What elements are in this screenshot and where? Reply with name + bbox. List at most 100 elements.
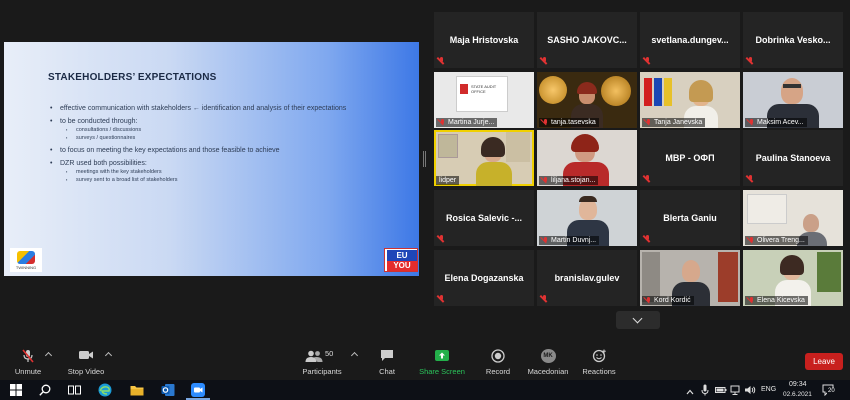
volume-icon[interactable] (744, 383, 756, 397)
participant-tile[interactable]: svetlana.dungev... (640, 12, 740, 68)
participants-button[interactable]: 50 Participants (300, 349, 344, 379)
participant-tile[interactable]: Maksim Acev... (743, 72, 843, 128)
eu-with-you-logo: EU YOU (384, 248, 418, 272)
muted-microphone-icon (10, 349, 46, 363)
muted-mic-icon (644, 57, 651, 65)
network-icon[interactable] (730, 383, 742, 397)
participant-tile[interactable]: tanja.tasevska (537, 72, 637, 128)
participant-label: Martin Duvnj... (539, 236, 600, 245)
shared-screen-slide: STAKEHOLDERS’ EXPECTATIONS effective com… (4, 42, 419, 276)
split-view-resize-handle[interactable] (423, 151, 426, 167)
windows-taskbar: ENG 09:34 02.6.2021 20 (0, 380, 850, 400)
record-button[interactable]: Record (482, 349, 514, 379)
share-screen-label: Share Screen (419, 367, 465, 376)
language-globe-icon: MK (526, 349, 570, 363)
participant-name: svetlana.dungev... (651, 35, 729, 45)
participant-label: Elena Kicevska (745, 296, 808, 305)
chevron-down-icon (632, 313, 643, 324)
participant-name: Maja Hristovska (449, 35, 519, 45)
edge-browser-icon[interactable] (98, 383, 112, 397)
participant-tile[interactable]: Blerta Ganiu (640, 190, 740, 246)
tray-microphone-icon[interactable] (701, 383, 709, 397)
gallery-next-page-button[interactable] (616, 311, 660, 329)
participant-tile[interactable]: branislav.gulev (537, 250, 637, 306)
muted-mic-icon (748, 237, 754, 244)
video-camera-icon (64, 349, 108, 363)
participant-tile[interactable]: Olivera Treng... (743, 190, 843, 246)
unmute-label: Unmute (14, 367, 42, 376)
tray-chevron-up-icon[interactable] (686, 385, 694, 399)
slide-sub-bullet: surveys / questionnaires (60, 134, 380, 142)
participant-name: Paulina Stanoeva (755, 153, 831, 163)
muted-mic-icon (747, 57, 754, 65)
participant-tile[interactable]: Tanja Janevska (640, 72, 740, 128)
clock-date[interactable]: 02.6.2021 (783, 391, 812, 398)
participant-label: Maksim Acev... (745, 118, 807, 127)
muted-mic-icon (645, 297, 651, 304)
chat-button[interactable]: Chat (372, 349, 402, 379)
slide-bullet: to focus on meeting the key expectations… (50, 146, 380, 155)
leave-meeting-button[interactable]: Leave (805, 353, 843, 370)
muted-mic-icon (542, 119, 548, 126)
participant-label: Kord Kordić (642, 296, 694, 305)
share-screen-button[interactable]: Share Screen (418, 349, 466, 379)
participant-name: Elena Dogazanska (444, 273, 524, 283)
participant-tile[interactable]: Elena Dogazanska (434, 250, 534, 306)
participant-label: tanja.tasevska (539, 118, 599, 127)
meeting-controls-toolbar: Unmute Stop Video 50 Participants Chat S… (0, 343, 850, 380)
notification-center-button[interactable]: 20 (822, 383, 836, 397)
slide-sub-bullet: meetings with the key stakeholders (60, 168, 380, 176)
windows-start-icon[interactable] (10, 383, 22, 397)
unmute-button[interactable]: Unmute (10, 349, 46, 379)
slide-bullet: effective communication with stakeholder… (50, 104, 380, 113)
participant-tile[interactable]: Dobrinka Vesko... (743, 12, 843, 68)
audio-options-caret-icon[interactable] (44, 351, 53, 360)
stop-video-button[interactable]: Stop Video (64, 349, 108, 379)
participant-name: МВР - ОФП (665, 153, 715, 163)
participant-tile[interactable]: МВР - ОФП (640, 130, 740, 186)
keyboard-language[interactable]: ENG (761, 386, 776, 393)
reactions-button[interactable]: Reactions (582, 349, 616, 379)
participant-tile[interactable]: Elena Kicevska (743, 250, 843, 306)
chat-bubble-icon (372, 349, 402, 363)
twinning-logo: TWINNING (10, 248, 42, 272)
participant-tile[interactable]: Kord Kordić (640, 250, 740, 306)
muted-mic-icon (438, 235, 445, 243)
participant-tile[interactable]: Paulina Stanoeva (743, 130, 843, 186)
stop-video-label: Stop Video (67, 367, 105, 376)
notification-count: 20 (827, 388, 836, 394)
participant-tile[interactable]: SASHO JAKOVC... (537, 12, 637, 68)
participants-label: Participants (302, 367, 342, 376)
slide-bullet-text: to be conducted through: (60, 118, 138, 125)
participants-options-caret-icon[interactable] (350, 351, 359, 360)
muted-mic-icon (542, 177, 548, 184)
participant-tile[interactable]: Martin Duvnj... (537, 190, 637, 246)
slide-sub-bullet: consultations / discussions (60, 126, 380, 134)
participant-name: branislav.gulev (554, 273, 620, 283)
language-interpretation-button[interactable]: MK Macedonian (526, 349, 570, 379)
slide-bullet: DZR used both possibilities: meetings wi… (50, 159, 380, 184)
file-explorer-icon[interactable] (130, 383, 144, 397)
participant-tile-active-speaker[interactable]: lidper (434, 130, 534, 186)
participant-name: SASHO JAKOVC... (547, 35, 627, 45)
battery-icon[interactable] (715, 383, 727, 397)
outlook-icon[interactable] (161, 383, 175, 397)
participant-tile[interactable]: Maja Hristovska (434, 12, 534, 68)
slide-sub-bullet: survey sent to a broad list of stakehold… (60, 176, 380, 184)
participant-tile[interactable]: STATE AUDIT OFFICE Martina Jurje... (434, 72, 534, 128)
zoom-app-icon[interactable] (191, 383, 205, 397)
zoom-meeting-window: STAKEHOLDERS’ EXPECTATIONS effective com… (0, 0, 850, 400)
muted-mic-icon (438, 57, 445, 65)
muted-mic-icon (439, 119, 445, 126)
task-view-icon[interactable] (68, 383, 81, 397)
participant-name: Rosica Salevic -... (445, 213, 523, 223)
participant-tile[interactable]: liljana.stojan... (537, 130, 637, 186)
participant-label: Olivera Treng... (745, 236, 808, 245)
participant-label: Tanja Janevska (642, 118, 706, 127)
record-label: Record (485, 367, 511, 376)
slide-bullet: to be conducted through: consultations /… (50, 117, 380, 142)
muted-mic-icon (644, 235, 651, 243)
clock-time[interactable]: 09:34 (789, 381, 807, 388)
search-icon[interactable] (39, 383, 51, 397)
participant-tile[interactable]: Rosica Salevic -... (434, 190, 534, 246)
